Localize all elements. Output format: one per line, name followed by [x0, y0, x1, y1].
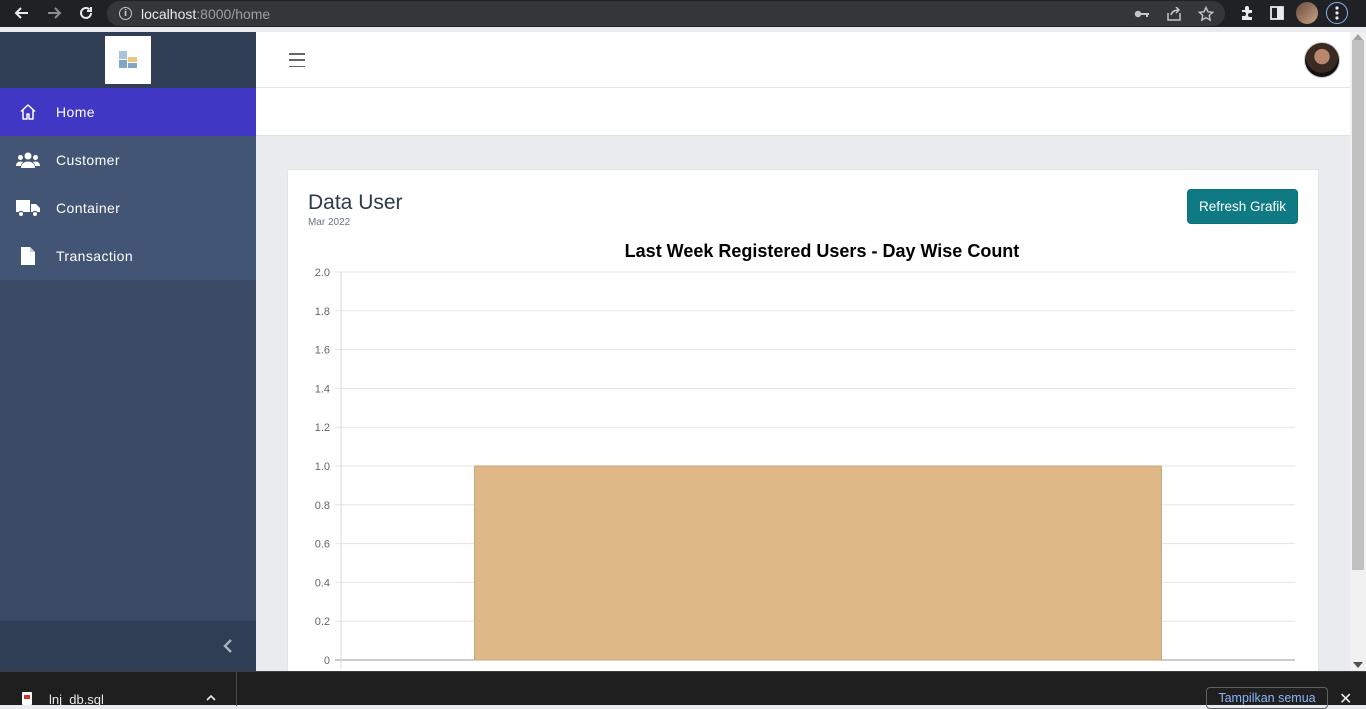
address-bar[interactable]: i localhost:8000/home — [107, 1, 1225, 26]
chart-container: Last Week Registered Users - Day Wise Co… — [288, 235, 1318, 675]
y-tick-label: 0 — [324, 655, 330, 667]
sidebar-item-label: Home — [56, 104, 95, 120]
show-all-downloads-button[interactable]: Tampilkan semua — [1206, 687, 1328, 709]
sidebar-item-label: Customer — [56, 152, 120, 168]
data-user-card: Data User Mar 2022 Refresh Grafik Last W… — [287, 169, 1319, 689]
reload-icon[interactable] — [74, 1, 98, 25]
file-icon — [0, 247, 56, 265]
profile-icon[interactable] — [1296, 2, 1318, 24]
y-tick-label: 1.4 — [315, 383, 330, 395]
scroll-down-arrow-icon[interactable] — [1353, 662, 1363, 668]
top-navbar — [256, 32, 1350, 88]
sidebar-item-home[interactable]: Home — [0, 88, 256, 136]
app-logo[interactable] — [105, 36, 151, 84]
back-icon[interactable] — [10, 1, 34, 25]
truck-icon — [0, 199, 56, 217]
collapse-sidebar-icon[interactable] — [218, 636, 238, 656]
key-icon[interactable] — [1131, 4, 1153, 24]
download-item[interactable]: lnj_db.sql — [0, 672, 237, 707]
sidebar-item-container[interactable]: Container — [0, 184, 256, 232]
y-tick-label: 1.2 — [315, 422, 330, 434]
url-host: localhost — [141, 5, 197, 22]
forward-icon[interactable] — [42, 1, 66, 25]
sidebar-item-label: Transaction — [56, 248, 134, 264]
page-header-bar — [256, 88, 1350, 136]
extensions-icon[interactable] — [1236, 2, 1258, 24]
y-tick-label: 2.0 — [315, 267, 330, 279]
download-bar: lnj_db.sql Tampilkan semua ✕ — [0, 671, 1366, 709]
share-icon[interactable] — [1163, 4, 1185, 24]
home-icon — [0, 103, 56, 121]
sidebar-item-transaction[interactable]: Transaction — [0, 232, 256, 280]
user-avatar[interactable] — [1304, 42, 1340, 78]
y-tick-label: 1.8 — [315, 306, 330, 318]
scrollbar-thumb[interactable] — [1352, 40, 1364, 570]
users-icon — [0, 151, 56, 169]
sidebar-brand — [0, 32, 256, 88]
chevron-up-icon[interactable] — [206, 690, 216, 704]
bookmark-star-icon[interactable] — [1195, 4, 1217, 24]
card-subtitle: Mar 2022 — [308, 217, 351, 228]
hamburger-menu-icon[interactable] — [289, 53, 305, 67]
sidebar-item-customer[interactable]: Customer — [0, 136, 256, 184]
refresh-chart-button[interactable]: Refresh Grafik — [1187, 189, 1298, 224]
chart-bar — [474, 465, 1162, 661]
sidebar-footer — [0, 621, 256, 671]
page-scrollbar[interactable] — [1350, 32, 1366, 671]
y-tick-label: 0.8 — [315, 500, 330, 512]
logo-icon — [119, 51, 137, 68]
url-path: :8000/home — [196, 5, 271, 22]
y-tick-label: 1.6 — [315, 345, 330, 357]
y-tick-label: 0.6 — [315, 539, 330, 551]
more-menu-icon[interactable] — [1326, 2, 1348, 24]
y-tick-label: 0.4 — [315, 577, 330, 589]
site-info-icon[interactable]: i — [119, 7, 132, 20]
y-tick-label: 1.0 — [315, 461, 330, 473]
sidebar-item-label: Container — [56, 200, 121, 216]
card-title: Data User — [308, 191, 403, 214]
file-icon — [22, 692, 32, 705]
close-icon[interactable]: ✕ — [1339, 689, 1352, 708]
chart-title: Last Week Registered Users - Day Wise Co… — [625, 241, 1020, 261]
browser-toolbar: i localhost:8000/home — [0, 0, 1366, 27]
bar-chart: Last Week Registered Users - Day Wise Co… — [315, 241, 1295, 668]
y-tick-label: 0.2 — [315, 616, 330, 628]
side-panel-icon[interactable] — [1266, 2, 1288, 24]
sidebar: Home Customer Container Transaction — [0, 32, 256, 671]
